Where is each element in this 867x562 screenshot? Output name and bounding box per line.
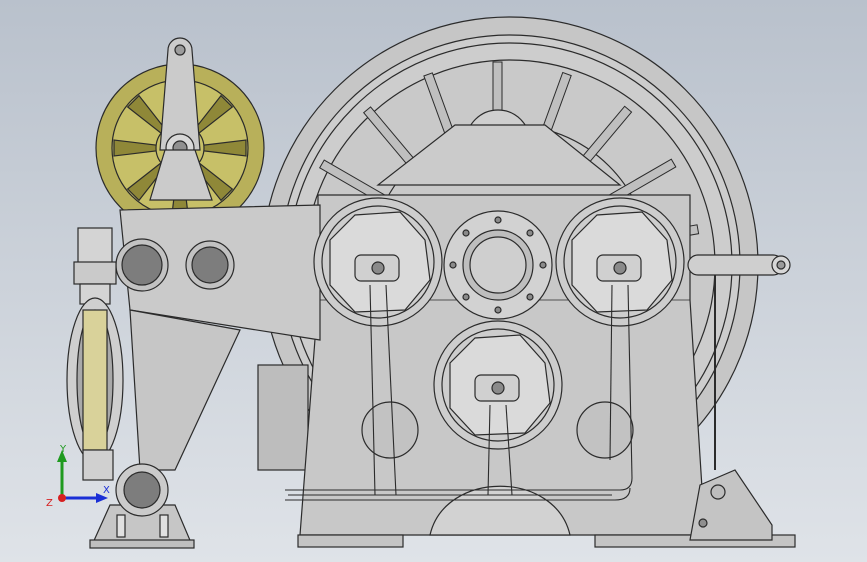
motor-right xyxy=(555,197,685,327)
center-bearing xyxy=(443,210,553,320)
gear-recess-left xyxy=(361,401,419,459)
cad-viewport[interactable]: Y X Z xyxy=(0,0,867,562)
winch-assembly-drawing: Y X Z xyxy=(0,0,867,562)
motor-bottom xyxy=(433,320,563,450)
triad-z-label: Z xyxy=(46,498,53,509)
motor-left xyxy=(313,197,443,327)
triad-y-label: Y xyxy=(59,444,67,455)
gear-recess-right xyxy=(576,401,634,459)
triad-x-label: X xyxy=(103,485,110,496)
